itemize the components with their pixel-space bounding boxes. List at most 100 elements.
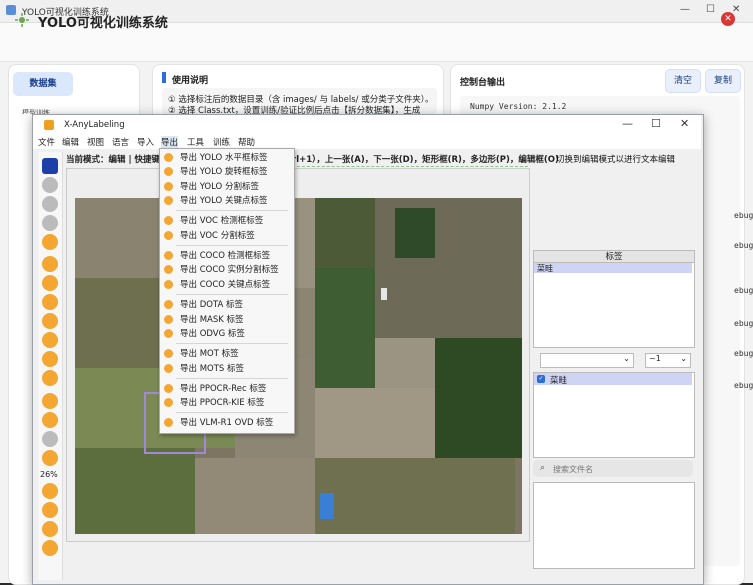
file-list[interactable] <box>533 482 695 569</box>
console-line: ebug\ <box>734 319 753 328</box>
checkbox-icon[interactable]: ✓ <box>537 375 545 383</box>
search-icon: ⌕ <box>540 463 546 473</box>
label-filter-combo[interactable]: ⌄ <box>540 353 634 368</box>
export-mots-item[interactable]: 导出 MOTS 标签 <box>161 361 291 375</box>
app-close-button[interactable]: ✕ <box>721 12 735 26</box>
mode-divider <box>292 166 528 167</box>
export-ppocr-kie-item[interactable]: 导出 PPOCR-KIE 标签 <box>161 395 291 409</box>
labels-list[interactable] <box>533 262 695 348</box>
aerial-image[interactable] <box>75 198 522 534</box>
maximize-icon[interactable]: ☐ <box>651 117 661 130</box>
label-item[interactable]: 菜畦 <box>534 263 692 273</box>
fit-window-icon[interactable] <box>42 483 58 499</box>
menu-help[interactable]: 帮助 <box>238 136 255 148</box>
open-icon[interactable] <box>42 158 58 174</box>
linestrip-icon[interactable] <box>42 370 58 386</box>
delete-shape-icon[interactable] <box>42 412 58 428</box>
console-line: ebug\ <box>734 349 753 358</box>
export-icon <box>164 251 173 260</box>
export-icon <box>164 280 173 289</box>
export-yolo-obb-item[interactable]: 导出 YOLO 旋转框标签 <box>161 164 291 178</box>
rectangle-icon[interactable] <box>42 275 58 291</box>
export-vlm-r1-ovd-item[interactable]: 导出 VLM-R1 OVD 标签 <box>161 415 291 429</box>
menu-language[interactable]: 语言 <box>112 136 129 148</box>
export-coco-inst-item[interactable]: 导出 COCO 实例分割标签 <box>161 262 291 276</box>
ai-icon[interactable] <box>42 540 58 556</box>
chevron-down-icon: ⌄ <box>680 354 687 363</box>
usage-title: 使用说明 <box>172 76 209 86</box>
export-icon <box>164 329 173 338</box>
menu-separator <box>176 378 288 379</box>
menu-separator <box>176 412 288 413</box>
console-line: ebug\ <box>734 211 753 220</box>
export-voc-seg-item[interactable]: 导出 VOC 分割标签 <box>161 228 291 242</box>
search-placeholder: 搜索文件名 <box>553 465 593 474</box>
minimize-icon[interactable]: — <box>622 117 633 130</box>
export-icon <box>164 418 173 427</box>
export-odvg-item[interactable]: 导出 ODVG 标签 <box>161 326 291 340</box>
menu-view[interactable]: 视图 <box>87 136 104 148</box>
export-voc-det-item[interactable]: 导出 VOC 检测框标签 <box>161 213 291 227</box>
export-mask-item[interactable]: 导出 MASK 标签 <box>161 312 291 326</box>
polygon-icon[interactable] <box>42 256 58 272</box>
group-id-value: ~1 <box>649 354 661 363</box>
export-coco-kpt-item[interactable]: 导出 COCO 关键点标签 <box>161 277 291 291</box>
maximize-icon[interactable]: ☐ <box>706 4 715 15</box>
menu-separator <box>176 343 288 344</box>
menu-train[interactable]: 训练 <box>213 136 230 148</box>
prev-icon[interactable] <box>42 196 58 212</box>
group-id-combo[interactable]: ~1 ⌄ <box>645 353 691 368</box>
zoom-out-icon[interactable] <box>42 521 58 537</box>
menu-tools[interactable]: 工具 <box>187 136 204 148</box>
point-icon[interactable] <box>42 351 58 367</box>
edit-icon[interactable] <box>42 393 58 409</box>
export-yolo-seg-item[interactable]: 导出 YOLO 分割标签 <box>161 179 291 193</box>
chevron-down-icon: ⌄ <box>623 354 630 363</box>
zoom-level: 26% <box>40 470 58 479</box>
file-search-input[interactable]: 搜索文件名 <box>533 460 693 477</box>
minimize-icon[interactable]: — <box>680 4 690 15</box>
export-icon <box>164 231 173 240</box>
menu-edit[interactable]: 编辑 <box>62 136 79 148</box>
menu-separator <box>176 294 288 295</box>
brightness-icon[interactable] <box>42 450 58 466</box>
close-icon[interactable]: ✕ <box>680 117 689 130</box>
save-icon[interactable] <box>42 215 58 231</box>
clear-button[interactable]: 清空 <box>665 69 701 93</box>
export-ppocr-rec-item[interactable]: 导出 PPOCR-Rec 标签 <box>161 381 291 395</box>
logo-icon <box>14 12 30 28</box>
close-icon[interactable]: ✕ <box>732 4 740 15</box>
menu-file[interactable]: 文件 <box>38 136 55 148</box>
next-icon[interactable] <box>42 177 58 193</box>
usage-title-marker <box>162 72 166 83</box>
export-mot-item[interactable]: 导出 MOT 标签 <box>161 346 291 360</box>
export-icon <box>164 153 173 162</box>
menu-export[interactable]: 导出 <box>161 136 179 148</box>
export-icon <box>164 182 173 191</box>
export-icon <box>164 315 173 324</box>
copy-button[interactable]: 复制 <box>705 69 741 93</box>
flag-item[interactable]: 菜畦 <box>534 373 692 386</box>
export-icon <box>164 349 173 358</box>
dataset-nav-button[interactable]: 数据集 <box>13 72 73 96</box>
export-icon <box>164 265 173 274</box>
xanylabeling-titlebar <box>33 115 701 135</box>
export-yolo-pose-item[interactable]: 导出 YOLO 关键点标签 <box>161 193 291 207</box>
export-yolo-hbb-item[interactable]: 导出 YOLO 水平框标签 <box>161 150 291 164</box>
export-icon <box>164 398 173 407</box>
export-dota-item[interactable]: 导出 DOTA 标签 <box>161 297 291 311</box>
zoom-in-icon[interactable] <box>42 502 58 518</box>
console-line: ebug\ <box>734 286 753 295</box>
export-icon <box>164 167 173 176</box>
delete-file-icon[interactable] <box>42 234 58 250</box>
circle-icon[interactable] <box>42 313 58 329</box>
shortcut-text: rl+1），上一张(A)，下一张(D)，矩形框(R)，多边形(P)，编辑框(O) <box>292 155 559 165</box>
export-icon <box>164 384 173 393</box>
line-icon[interactable] <box>42 332 58 348</box>
console-title: 控制台输出 <box>460 78 506 88</box>
menu-import[interactable]: 导入 <box>137 136 154 148</box>
rotation-icon[interactable] <box>42 294 58 310</box>
undo-icon[interactable] <box>42 431 58 447</box>
export-coco-det-item[interactable]: 导出 COCO 检测框标签 <box>161 248 291 262</box>
menu-separator <box>176 245 288 246</box>
